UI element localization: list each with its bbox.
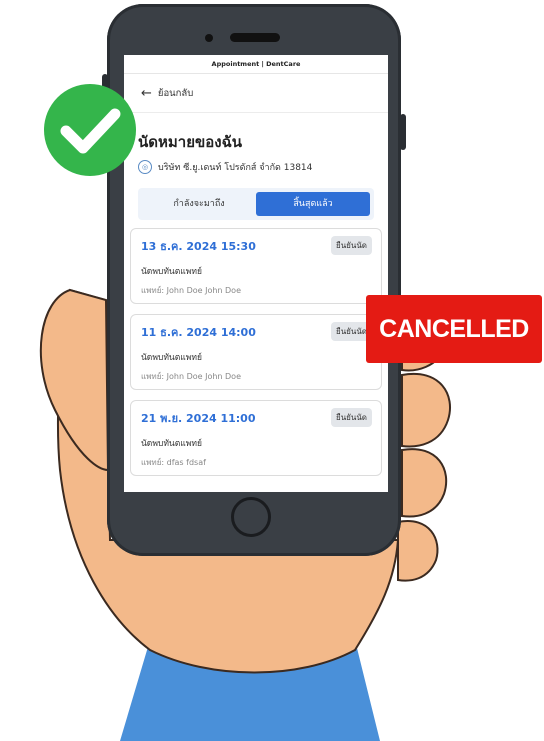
status-badge: ยืนยันนัด — [331, 236, 372, 255]
clinic-row: ◎ บริษัท ซี.ยู.เดนท์ โปรดักส์ จำกัด 1381… — [138, 160, 374, 174]
finger-2 — [401, 372, 451, 448]
appointment-doctor: แพทย์: John Doe John Doe — [141, 372, 241, 381]
appointment-card[interactable]: 13 ธ.ค. 2024 15:30 นัดพบทันตแพทย์ แพทย์:… — [130, 228, 382, 304]
app-title-bar: Appointment | DentCare — [124, 55, 388, 74]
appointment-doctor: แพทย์: John Doe John Doe — [141, 286, 241, 295]
scene: Appointment | DentCare ← ย้อนกลับ นัดหมา… — [0, 0, 544, 741]
appointment-list: 13 ธ.ค. 2024 15:30 นัดพบทันตแพทย์ แพทย์:… — [124, 228, 388, 476]
appointment-type: นัดพบทันตแพทย์ — [141, 439, 202, 449]
checkmark-icon — [60, 108, 121, 154]
appointment-type: นัดพบทันตแพทย์ — [141, 267, 202, 277]
finger-3 — [401, 448, 448, 518]
cancelled-stamp: CANCELLED — [366, 295, 542, 363]
arrow-left-icon: ← — [141, 85, 152, 101]
speaker-grille — [230, 33, 280, 42]
appointment-type: นัดพบทันตแพทย์ — [141, 353, 202, 363]
tab-ended[interactable]: สิ้นสุดแล้ว — [256, 192, 370, 216]
appointment-doctor: แพทย์: dfas fdsaf — [141, 458, 206, 467]
back-label: ย้อนกลับ — [157, 87, 194, 99]
home-button[interactable] — [231, 497, 271, 537]
clinic-name: บริษัท ซี.ยู.เดนท์ โปรดักส์ จำกัด 13814 — [158, 163, 313, 173]
checkmark-badge-icon — [44, 84, 136, 176]
thumb — [39, 288, 110, 472]
appointment-card[interactable]: 11 ธ.ค. 2024 14:00 นัดพบทันตแพทย์ แพทย์:… — [130, 314, 382, 390]
page-title: นัดหมายของฉัน — [138, 133, 243, 151]
appointment-card[interactable]: 21 พ.ย. 2024 11:00 นัดพบทันตแพทย์ แพทย์:… — [130, 400, 382, 476]
camera-icon — [205, 34, 213, 42]
clinic-icon: ◎ — [138, 160, 152, 174]
back-button[interactable]: ← ย้อนกลับ — [124, 74, 388, 113]
side-button-right — [400, 114, 406, 150]
appointment-tabs: กำลังจะมาถึง สิ้นสุดแล้ว — [138, 188, 374, 220]
status-badge: ยืนยันนัด — [331, 408, 372, 427]
tab-upcoming[interactable]: กำลังจะมาถึง — [142, 192, 256, 216]
phone-screen: Appointment | DentCare ← ย้อนกลับ นัดหมา… — [124, 55, 388, 492]
finger-4 — [397, 520, 439, 582]
